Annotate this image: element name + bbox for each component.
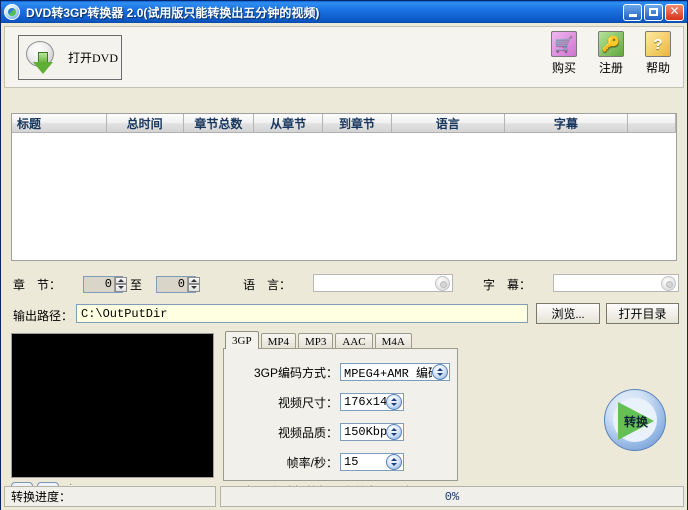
title-list-header: 标题 总时间 章节总数 从章节 到章节 语言 字幕 [12, 114, 676, 133]
language-dropdown-icon[interactable] [435, 275, 450, 291]
chapter-from-stepper[interactable] [83, 273, 127, 295]
chapter-from-down-icon[interactable] [115, 284, 127, 292]
progress-label: 转换进度： [4, 486, 216, 507]
output-path-label: 输出路径： [13, 308, 74, 323]
close-icon: ✕ [669, 4, 680, 18]
language-select[interactable] [313, 272, 453, 294]
language-label: 语 言： [243, 277, 292, 292]
status-bar: 转换进度： 0% [4, 486, 684, 507]
column-header[interactable]: 章节总数 [183, 114, 255, 133]
tab-m4a[interactable]: M4A [374, 333, 412, 349]
maximize-button[interactable] [644, 3, 663, 21]
chapter-from-up-icon[interactable] [115, 276, 127, 284]
setting-framerate: 帧率/秒： 15 [232, 453, 404, 471]
buy-button[interactable]: 🛒 购买 [545, 31, 583, 76]
help-button[interactable]: ? 帮助 [639, 31, 677, 76]
column-header[interactable] [628, 114, 676, 133]
window-controls: ✕ [623, 3, 684, 21]
setting-video-quality: 视频品质： 150Kbps [232, 423, 404, 441]
help-label: 帮助 [645, 61, 670, 75]
buy-label: 购买 [551, 61, 576, 75]
encoder-dropdown-icon[interactable] [432, 364, 448, 380]
chapter-from-input[interactable] [84, 277, 114, 291]
tab-mp3[interactable]: MP3 [297, 333, 334, 349]
framerate-select[interactable]: 15 [340, 453, 404, 471]
progress-value: 0% [220, 486, 684, 507]
column-header[interactable]: 到章节 [323, 114, 392, 133]
column-header[interactable]: 字幕 [504, 114, 629, 133]
open-dvd-label: 打开DVD [68, 51, 118, 65]
column-header[interactable]: 标题 [12, 114, 107, 133]
toolbar: 打开DVD 🛒 购买 🔑 注册 ? 帮助 [4, 26, 684, 88]
subtitle-select[interactable] [553, 272, 679, 294]
setting-video-size: 视频尺寸： 176x144 [232, 393, 404, 411]
open-directory-button[interactable]: 打开目录 [606, 303, 679, 324]
question-mark-icon: ? [645, 31, 671, 57]
close-button[interactable]: ✕ [665, 3, 684, 21]
framerate-dropdown-icon[interactable] [386, 454, 402, 470]
shopping-cart-icon: 🛒 [551, 31, 577, 57]
video-quality-dropdown-icon[interactable] [386, 424, 402, 440]
window-title: DVD转3GP转换器 2.0(试用版只能转换出五分钟的视频) [26, 5, 320, 20]
browse-button[interactable]: 浏览... [536, 303, 600, 324]
title-bar: DVD转3GP转换器 2.0(试用版只能转换出五分钟的视频) ✕ [1, 1, 687, 23]
register-label: 注册 [598, 61, 623, 75]
app-globe-icon [4, 4, 20, 20]
tab-3gp[interactable]: 3GP [225, 331, 259, 349]
chapter-to-stepper[interactable] [156, 273, 200, 295]
chapter-label: 章 节： [13, 277, 62, 292]
subtitle-label: 字 幕： [483, 277, 532, 292]
toolbar-actions: 🛒 购买 🔑 注册 ? 帮助 [545, 31, 677, 76]
format-settings-panel: 3GP编码方式： MPEG4+AMR 编码 视频尺寸： 176x144 视频品质… [223, 348, 458, 481]
convert-label: 转换 [623, 415, 648, 429]
minimize-button[interactable] [623, 3, 642, 21]
video-size-dropdown-icon[interactable] [386, 394, 402, 410]
chapter-to-up-icon[interactable] [188, 276, 200, 284]
column-header[interactable]: 语言 [391, 114, 505, 133]
setting-encoder: 3GP编码方式： MPEG4+AMR 编码 [232, 363, 450, 381]
client-area: 打开DVD 🛒 购买 🔑 注册 ? 帮助 标题 总时间 章节总数 从章节 到章节… [1, 23, 687, 510]
column-header[interactable]: 从章节 [254, 114, 324, 133]
key-icon: 🔑 [598, 31, 624, 57]
encoder-select[interactable]: MPEG4+AMR 编码 [340, 363, 450, 381]
format-tabs: 3GP MP4 MP3 AAC M4A [223, 331, 687, 349]
output-path-input[interactable]: C:\OutPutDir [76, 304, 528, 323]
register-button[interactable]: 🔑 注册 [592, 31, 630, 76]
convert-button[interactable]: 转换 [604, 389, 666, 451]
title-list-body[interactable] [12, 133, 676, 260]
video-quality-select[interactable]: 150Kbps [340, 423, 404, 441]
tab-aac[interactable]: AAC [335, 333, 373, 349]
dvd-disc-download-icon [24, 40, 62, 75]
video-preview[interactable] [11, 333, 214, 478]
video-size-select[interactable]: 176x144 [340, 393, 404, 411]
chapter-to-down-icon[interactable] [188, 284, 200, 292]
column-header[interactable]: 总时间 [106, 114, 184, 133]
title-list[interactable]: 标题 总时间 章节总数 从章节 到章节 语言 字幕 [11, 113, 677, 261]
chapter-to-label: 至 [130, 277, 143, 292]
chapter-to-input[interactable] [157, 277, 187, 291]
application-window: DVD转3GP转换器 2.0(试用版只能转换出五分钟的视频) ✕ 打开DVD 🛒… [0, 0, 688, 510]
open-dvd-button[interactable]: 打开DVD [18, 35, 122, 80]
tab-mp4[interactable]: MP4 [260, 333, 296, 349]
subtitle-dropdown-icon[interactable] [661, 275, 676, 291]
